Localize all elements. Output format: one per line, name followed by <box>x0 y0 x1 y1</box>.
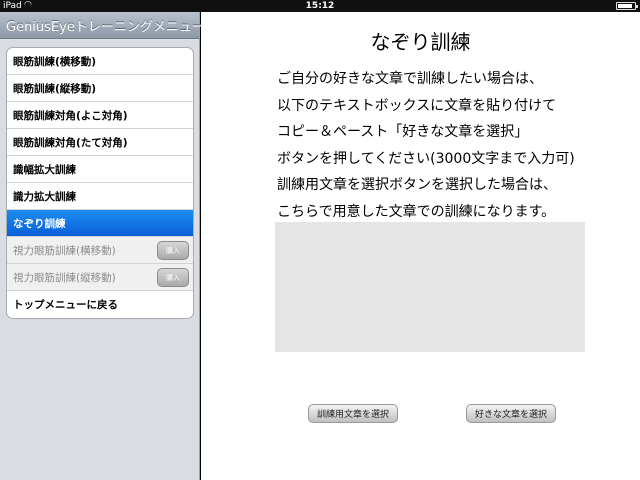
menu-item-label: 視力眼筋訓練(縦移動) <box>13 271 116 284</box>
menu-item-eye-diagonal-vertical[interactable]: 眼筋訓練対角(たて対角) <box>7 129 193 156</box>
status-bar: iPad ◠ 15:12 <box>0 0 640 12</box>
instruction-line: 訓練用文章を選択ボタンを選択した場合は、 <box>277 177 557 193</box>
instruction-line: 以下のテキストボックスに文章を貼り付けて <box>277 97 557 114</box>
menu-item-eye-diagonal-horizontal[interactable]: 眼筋訓練対角(よこ対角) <box>7 102 193 129</box>
menu-item-label: なぞり訓練 <box>13 217 66 230</box>
menu-item-label: 視力眼筋訓練(横移動) <box>13 244 116 257</box>
instruction-line: コピー＆ペースト「好きな文章を選択」 <box>277 124 529 140</box>
menu-item-label: 識幅拡大訓練 <box>13 163 76 176</box>
menu-item-label: 眼筋訓練(縦移動) <box>13 82 97 95</box>
menu-item-vision-vertical[interactable]: 視力眼筋訓練(縦移動) 購入 <box>7 264 193 291</box>
main-panel: なぞり訓練 ご自分の好きな文章で訓練したい場合は、 以下のテキストボックスに文章… <box>201 12 640 480</box>
battery-icon <box>616 2 638 10</box>
sidebar: GeniusEyeトレーニングメニュー 眼筋訓練(横移動) 眼筋訓練(縦移動) … <box>0 12 205 480</box>
menu-item-back-to-top[interactable]: トップメニューに戻る <box>7 291 193 318</box>
page-title: なぞり訓練 <box>370 30 471 54</box>
instructions: ご自分の好きな文章で訓練したい場合は、 以下のテキストボックスに文章を貼り付けて… <box>277 66 637 225</box>
instruction-line: ご自分の好きな文章で訓練したい場合は、 <box>277 71 543 87</box>
select-training-text-button[interactable]: 訓練用文章を選択 <box>308 404 398 423</box>
menu-item-eye-horizontal[interactable]: 眼筋訓練(横移動) <box>7 48 193 75</box>
select-favorite-text-button[interactable]: 好きな文章を選択 <box>466 404 556 423</box>
sidebar-title: GeniusEyeトレーニングメニュー <box>6 19 205 35</box>
menu-list: 眼筋訓練(横移動) 眼筋訓練(縦移動) 眼筋訓練対角(よこ対角) 眼筋訓練対角(… <box>6 47 194 319</box>
menu-item-tracing[interactable]: なぞり訓練 <box>7 210 193 237</box>
menu-item-label: 眼筋訓練対角(よこ対角) <box>13 109 128 122</box>
text-input-area[interactable] <box>275 222 585 352</box>
menu-item-label: 眼筋訓練対角(たて対角) <box>13 136 128 149</box>
menu-item-eye-vertical[interactable]: 眼筋訓練(縦移動) <box>7 75 193 102</box>
menu-item-label: 識力拡大訓練 <box>13 190 76 203</box>
menu-item-label: トップメニューに戻る <box>13 299 118 311</box>
menu-item-vision-horizontal[interactable]: 視力眼筋訓練(横移動) 購入 <box>7 237 193 264</box>
instruction-line: ボタンを押してください(3000文字まで入力可) <box>277 150 575 167</box>
sidebar-header: GeniusEyeトレーニングメニュー <box>0 12 205 39</box>
menu-item-span-expansion[interactable]: 識幅拡大訓練 <box>7 156 193 183</box>
battery-level <box>618 4 633 8</box>
clock: 15:12 <box>305 1 335 11</box>
menu-item-recognition-expansion[interactable]: 識力拡大訓練 <box>7 183 193 210</box>
buy-button[interactable]: 購入 <box>157 268 189 287</box>
menu-item-label: 眼筋訓練(横移動) <box>13 55 97 68</box>
buy-button[interactable]: 購入 <box>157 241 189 260</box>
